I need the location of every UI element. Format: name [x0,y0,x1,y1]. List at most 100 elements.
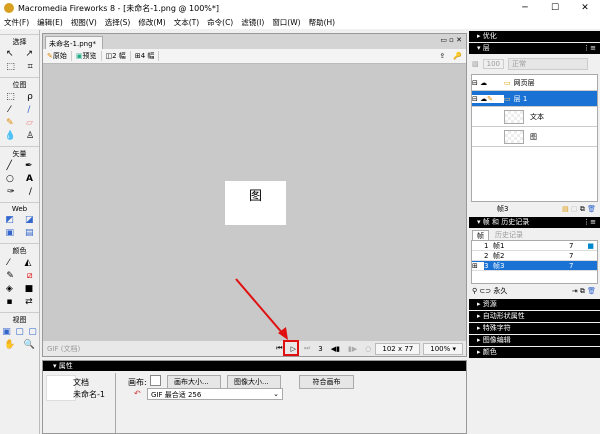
marquee-tool-icon[interactable]: ⬚ [6,92,15,102]
full-menu-screen-icon[interactable]: ▢ [15,327,24,337]
layers-list: ⊟ ☁ ▭ 网页层 ⊟ ☁✎ ▭ 层 1 文本 图 [471,74,598,202]
distribute-to-frames-icon[interactable]: ⇥ [572,287,578,295]
document-window-controls[interactable]: ▭ ▫ ✕ [440,36,462,44]
scale-tool-icon[interactable]: ⬚ [6,62,15,72]
pencil-tool-icon[interactable]: ✎ [6,118,14,128]
last-frame-button[interactable]: ⏭ [300,344,314,353]
canvas-image[interactable]: 图 [225,181,286,225]
subselect-tool-icon[interactable]: ↗ [25,49,33,59]
object-row-text[interactable]: 文本 [472,107,597,127]
fit-canvas-button[interactable]: 符合画布 [299,375,354,389]
image-size-button[interactable]: 图像大小... [227,375,281,389]
menu-text[interactable]: 文本(T) [170,17,203,28]
menu-filters[interactable]: 滤镜(I) [237,17,268,28]
menu-view[interactable]: 视图(V) [67,17,101,28]
layer-row-web[interactable]: ⊟ ☁ ▭ 网页层 [472,75,597,91]
view-original-tab[interactable]: ✎原始 [43,51,72,61]
document-tab[interactable]: 未命名-1.png* [45,36,103,49]
eyedropper-icon[interactable]: ⁄ [8,258,10,268]
menu-file[interactable]: 文件(F) [0,17,33,28]
delete-frame-icon[interactable]: 🗑 [587,287,596,295]
delete-layer-icon[interactable]: 🗑 [587,205,596,213]
undo-export-icon[interactable]: ↶ [134,389,141,398]
canvas-size-button[interactable]: 画布大小... [167,375,221,389]
show-slices-icon[interactable]: ▤ [25,228,34,238]
full-screen-icon[interactable]: ▢ [28,327,37,337]
ellipse-tool-icon[interactable]: ○ [6,174,14,184]
menu-modify[interactable]: 修改(M) [134,17,169,28]
rubber-stamp-icon[interactable]: ♙ [26,131,34,141]
export-settings-select[interactable]: GIF 最合适 256 ⌄ [147,388,283,400]
blend-mode-select[interactable]: 正常 [508,58,588,70]
view-4up-tab[interactable]: ⊞4 幅 [131,51,160,61]
opacity-field[interactable]: 100 [482,59,504,69]
default-colors-icon[interactable]: ▪ [6,297,12,307]
tab-history[interactable]: 历史记录 [489,230,529,240]
panel-frames-header[interactable]: ▾ 帧 和 历史记录 ⋮≡ [469,217,600,228]
panel-layers-header[interactable]: ▾ 层 ⋮≡ [469,43,600,54]
onion-skin-icon[interactable]: ⚲ [472,287,477,295]
blur-tool-icon[interactable]: 💧 [5,131,16,141]
freeform-tool-icon[interactable]: ✑ [7,187,15,197]
tab-frames[interactable]: 帧 [472,230,489,240]
panel-autoshape-header[interactable]: ▸ 自动形状属性 [469,311,600,322]
stop-icon[interactable]: ○ [361,345,375,353]
menu-window[interactable]: 窗口(W) [268,17,304,28]
object-row-image[interactable]: 图 [472,127,597,147]
loop-value[interactable]: 永久 [493,286,571,296]
hand-tool-icon[interactable]: ✋ [4,340,15,350]
fill-color-icon[interactable]: ◈ [6,284,13,294]
no-stroke-swatch[interactable]: ⧄ [27,271,33,281]
lasso-tool-icon[interactable]: ρ [27,92,33,102]
loop-icon[interactable]: ⊂⊃ [479,287,491,295]
properties-header[interactable]: ▾ 属性 [43,361,466,371]
panel-image-edit-header[interactable]: ▸ 图像编辑 [469,335,600,346]
panel-optimize-header[interactable]: ▸ 优化 [469,31,600,42]
menu-select[interactable]: 选择(S) [101,17,135,28]
hotspot-tool-icon[interactable]: ◩ [5,215,14,225]
pen-tool-icon[interactable]: ✒ [25,161,33,171]
hide-slices-icon[interactable]: ▣ [5,228,14,238]
line-tool-icon[interactable]: ╱ [7,161,12,171]
slice-tool-icon[interactable]: ◪ [25,215,34,225]
knife-tool-icon[interactable]: ∕ [29,187,32,197]
layer-row-layer1[interactable]: ⊟ ☁✎ ▭ 层 1 [472,91,597,107]
stroke-color-icon[interactable]: ✎ [6,271,14,281]
view-preview-tab[interactable]: ▣预览 [72,51,102,61]
frame-row[interactable]: 1 帧1 7 ■ [472,241,597,251]
view-2up-tab[interactable]: ◫2 幅 [102,51,131,61]
add-frame-icon[interactable]: ⧉ [580,287,585,296]
document-view-toolbar: ✎原始 ▣预览 ◫2 幅 ⊞4 幅 ⇪ 🔑 [43,49,466,64]
quick-export-icon[interactable]: ⇪ [435,52,449,60]
maximize-button[interactable]: ☐ [540,3,570,13]
crop-tool-icon[interactable]: ⌗ [28,62,33,72]
text-tool-icon[interactable]: A [26,174,33,184]
magic-wand-icon[interactable]: ⁄ [9,105,11,115]
minimize-button[interactable]: ─ [510,3,540,13]
prev-frame-button[interactable]: ◀▮ [327,345,344,353]
standard-screen-icon[interactable]: ▣ [2,327,11,337]
swap-colors-icon[interactable]: ⇄ [25,297,33,307]
zoom-tool-icon[interactable]: 🔍 [24,340,35,350]
brush-tool-icon[interactable]: ∕ [27,105,30,115]
new-bitmap-icon[interactable]: ▢ [571,205,578,213]
canvas-color-swatch[interactable] [150,375,161,386]
zoom-select[interactable]: 100% ▾ [423,342,463,355]
panel-special-chars-header[interactable]: ▸ 特殊字符 [469,323,600,334]
next-frame-button[interactable]: ▮▶ [344,345,361,353]
export-icon[interactable]: 🔑 [449,52,466,60]
new-layer-icon[interactable]: ▤ [562,205,569,213]
paint-bucket-icon[interactable]: ◭ [24,258,31,268]
duplicate-layer-icon[interactable]: ⧉ [580,205,585,214]
menu-commands[interactable]: 命令(C) [203,17,237,28]
fill-swatch[interactable]: ■ [25,284,34,294]
frame-row[interactable]: 2 帧2 7 [472,251,597,261]
menu-help[interactable]: 帮助(H) [305,17,340,28]
eraser-tool-icon[interactable]: ▱ [26,118,33,128]
close-button[interactable]: ✕ [570,3,600,13]
frame-row-selected[interactable]: ⊞ 3 帧3 7 [472,261,597,271]
pointer-tool-icon[interactable]: ↖ [6,49,14,59]
panel-color-header[interactable]: ▸ 颜色 [469,347,600,358]
panel-assets-header[interactable]: ▸ 资源 [469,299,600,310]
menu-edit[interactable]: 编辑(E) [33,17,67,28]
